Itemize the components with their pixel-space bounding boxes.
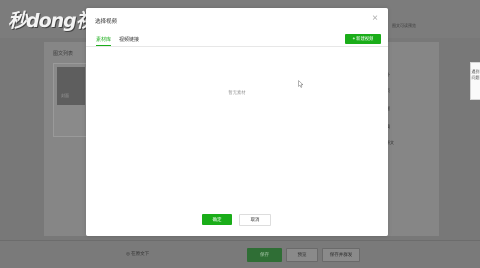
tab-material-library[interactable]: 素材库 bbox=[96, 37, 111, 43]
new-video-button[interactable]: +新建视频 bbox=[345, 34, 381, 44]
background-bottom-bar bbox=[0, 240, 480, 268]
save-button: 保存 bbox=[247, 248, 282, 262]
tab-video-link[interactable]: 视频链接 bbox=[119, 37, 139, 43]
close-icon[interactable]: × bbox=[372, 14, 378, 24]
feedback-label: 遇到问题 bbox=[471, 69, 480, 80]
modal-title: 选择视频 bbox=[95, 19, 118, 25]
article-thumbnail bbox=[57, 67, 85, 105]
original-position-radio: ◎ 在原文下 bbox=[126, 251, 150, 256]
new-video-label: 新建视频 bbox=[356, 36, 374, 41]
tab-divider bbox=[86, 46, 388, 47]
save-and-publish-button: 保存并群发 bbox=[322, 248, 360, 262]
select-video-modal: 选择视频 × 素材库 视频链接 +新建视频 暂无素材 确定 取消 bbox=[86, 8, 388, 236]
plus-icon: + bbox=[352, 36, 356, 41]
preview-link: 图文可读预览 bbox=[392, 23, 416, 28]
confirm-button[interactable]: 确定 bbox=[202, 214, 232, 225]
mouse-cursor-icon bbox=[298, 80, 304, 88]
article-thumb-label: 封面 bbox=[61, 93, 69, 98]
empty-state-text: 暂无素材 bbox=[228, 90, 246, 95]
feedback-tab[interactable]: 遇到问题 bbox=[470, 62, 480, 100]
preview-button: 预览 bbox=[286, 248, 318, 262]
cancel-button[interactable]: 取消 bbox=[239, 214, 271, 226]
article-list-title: 图文列表 bbox=[53, 51, 74, 57]
